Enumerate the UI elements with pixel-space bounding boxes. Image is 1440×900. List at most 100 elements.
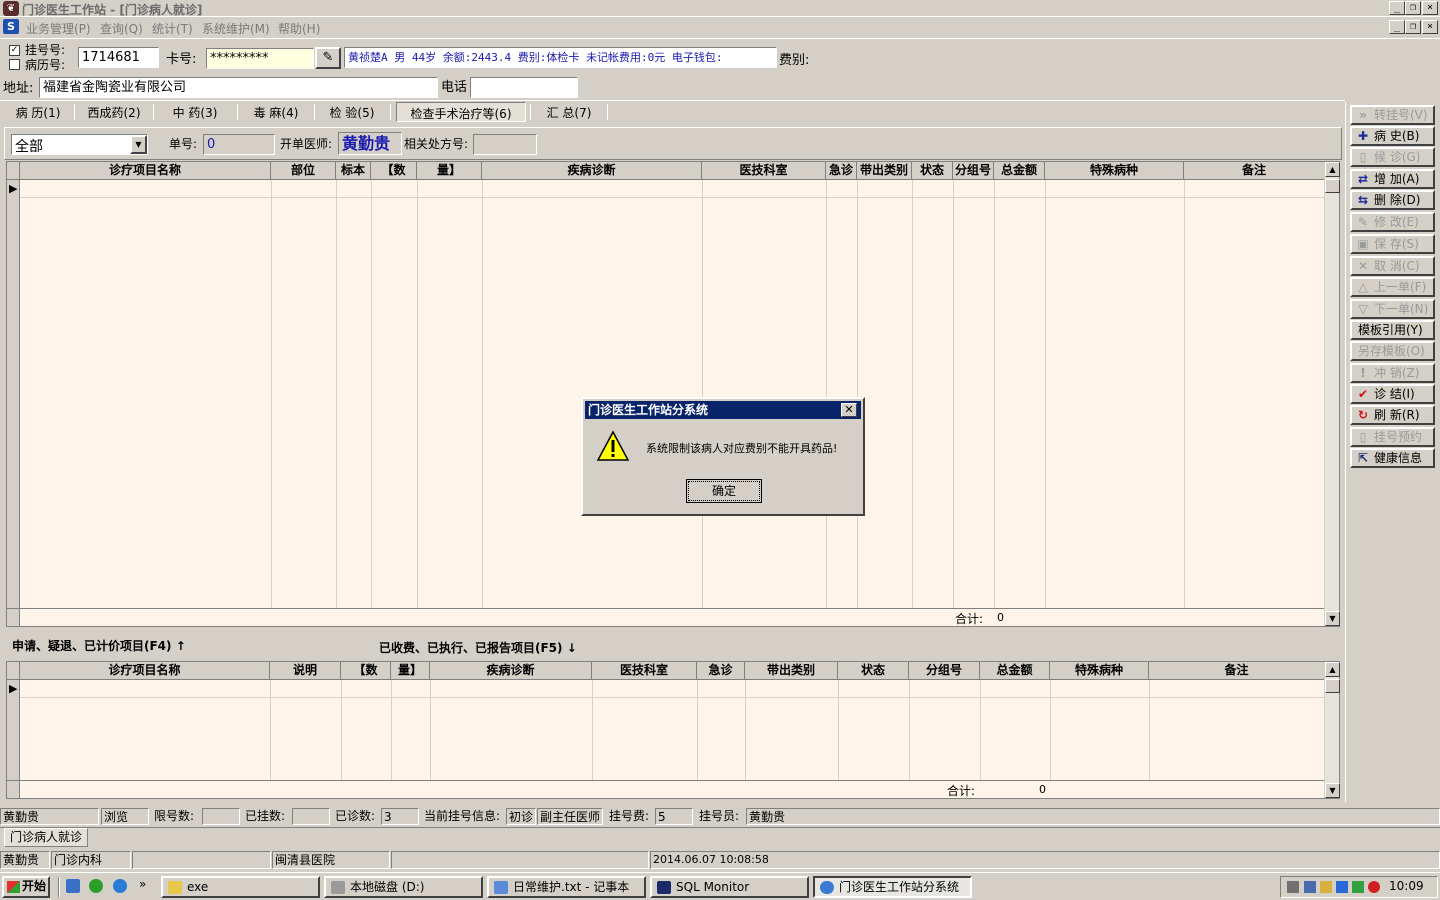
- tab-summary[interactable]: 汇 总(7): [534, 102, 604, 122]
- close-icon[interactable]: ×: [1422, 1, 1438, 15]
- mdi-minimize-icon[interactable]: _: [1389, 20, 1405, 34]
- action-button[interactable]: ↻ 刷 新(R): [1350, 405, 1435, 425]
- quicklaunch-ie-icon[interactable]: [66, 879, 80, 893]
- mdi-restore-icon[interactable]: ❐: [1405, 20, 1421, 34]
- upper-grid[interactable]: 诊疗项目名称 部位 标本 【数 量】 疾病诊断 医技科室 急诊 带出类别 状态 …: [6, 161, 1340, 627]
- address-input[interactable]: 福建省金陶瓷业有限公司: [39, 77, 438, 98]
- column-header[interactable]: 【数: [341, 662, 391, 679]
- related-prescription-input[interactable]: [473, 134, 537, 155]
- action-button[interactable]: ⇆ 删 除(D): [1350, 190, 1435, 210]
- card-read-button[interactable]: ✎: [315, 47, 341, 69]
- action-button[interactable]: △ 上一单(F): [1350, 277, 1435, 297]
- network-icon[interactable]: [1304, 881, 1316, 893]
- action-button[interactable]: ▽ 下一单(N): [1350, 299, 1435, 319]
- action-button[interactable]: ! 冲 销(Z): [1350, 363, 1435, 383]
- dialog-close-icon[interactable]: ✕: [841, 403, 857, 417]
- ok-button[interactable]: 确定: [686, 479, 762, 503]
- menu-stats[interactable]: 统计(T): [152, 20, 193, 37]
- column-header[interactable]: 分组号: [953, 162, 994, 179]
- menu-business[interactable]: 业务管理(P): [26, 20, 91, 37]
- column-header[interactable]: 疾病诊断: [430, 662, 592, 679]
- column-header[interactable]: 特殊病种: [1050, 662, 1149, 679]
- card-number-input[interactable]: *********: [206, 48, 314, 69]
- column-header[interactable]: 带出类别: [745, 662, 838, 679]
- tab-lab-tests[interactable]: 检 验(5): [318, 102, 386, 122]
- column-header[interactable]: 急诊: [697, 662, 745, 679]
- tab-narcotics[interactable]: 毒 麻(4): [241, 102, 311, 122]
- taskbar-item-disk[interactable]: 本地磁盘 (D:): [324, 876, 483, 898]
- action-button[interactable]: » 转挂号(V): [1350, 105, 1435, 125]
- tray-app-icon[interactable]: [1352, 881, 1364, 893]
- column-header[interactable]: 说明: [270, 662, 341, 679]
- dialog-title-bar[interactable]: 门诊医生工作站分系统 ✕: [585, 401, 861, 419]
- taskbar-item-workstation[interactable]: 门诊医生工作站分系统: [813, 876, 972, 898]
- taskbar-item-notepad[interactable]: 日常维护.txt - 记事本: [487, 876, 646, 898]
- restore-icon[interactable]: ❐: [1405, 1, 1421, 15]
- mdi-close-icon[interactable]: ×: [1422, 20, 1438, 34]
- column-header[interactable]: 特殊病种: [1045, 162, 1184, 179]
- column-header[interactable]: 带出类别: [857, 162, 912, 179]
- reg-number-input[interactable]: 1714681: [78, 47, 159, 68]
- action-button[interactable]: ✎ 修 改(E): [1350, 212, 1435, 232]
- document-tab[interactable]: 门诊病人就诊: [4, 828, 88, 847]
- start-button[interactable]: 开始: [2, 876, 50, 898]
- scroll-thumb[interactable]: [1325, 679, 1340, 693]
- doctor-input[interactable]: 黄勤贵: [338, 132, 402, 155]
- pending-items-label[interactable]: 申请、疑退、已计价项目(F4) ↑: [12, 637, 186, 654]
- document-icon[interactable]: S: [3, 19, 19, 34]
- action-button[interactable]: ⇄ 增 加(A): [1350, 169, 1435, 189]
- minimize-icon[interactable]: _: [1389, 1, 1405, 15]
- quicklaunch-browser-icon[interactable]: [113, 879, 127, 893]
- action-button[interactable]: ▣ 保 存(S): [1350, 234, 1435, 254]
- tab-exam-surgery[interactable]: 检查手术治疗等(6): [396, 102, 526, 122]
- stop-icon[interactable]: [1368, 881, 1380, 893]
- menu-query[interactable]: 查询(Q): [100, 20, 143, 37]
- column-header[interactable]: 量】: [391, 662, 430, 679]
- order-number-input[interactable]: 0: [203, 134, 275, 155]
- tab-chinese-medicine[interactable]: 中 药(3): [157, 102, 233, 122]
- taskbar-item-exe[interactable]: exe: [161, 876, 320, 898]
- action-button[interactable]: 另存模板(O): [1350, 341, 1435, 361]
- column-header[interactable]: 部位: [271, 162, 336, 179]
- action-button[interactable]: ⇱ 健康信息: [1350, 448, 1435, 468]
- menu-maintenance[interactable]: 系统维护(M): [202, 20, 270, 37]
- action-button[interactable]: ✔ 诊 结(I): [1350, 384, 1435, 404]
- column-header[interactable]: 急诊: [826, 162, 857, 179]
- action-button[interactable]: ▯ 挂号预约: [1350, 427, 1435, 447]
- column-header[interactable]: 量】: [417, 162, 482, 179]
- column-header[interactable]: 分组号: [909, 662, 980, 679]
- record-checkbox[interactable]: [9, 59, 20, 70]
- tray-app-icon[interactable]: [1320, 881, 1332, 893]
- scroll-up-icon[interactable]: ▲: [1325, 162, 1340, 177]
- lower-grid-scrollbar[interactable]: ▲ ▼: [1324, 662, 1340, 798]
- scroll-down-icon[interactable]: ▼: [1325, 783, 1340, 798]
- column-header[interactable]: 诊疗项目名称: [20, 662, 270, 679]
- taskbar-item-sql-monitor[interactable]: SQL Monitor: [650, 876, 809, 898]
- lower-grid[interactable]: 诊疗项目名称 说明 【数 量】 疾病诊断 医技科室 急诊 带出类别 状态 分组号…: [6, 661, 1340, 799]
- quicklaunch-messenger-icon[interactable]: [89, 879, 103, 893]
- action-button[interactable]: ✕ 取 消(C): [1350, 256, 1435, 276]
- column-header[interactable]: 备注: [1149, 662, 1324, 679]
- tab-western-medicine[interactable]: 西成药(2): [78, 102, 150, 122]
- reg-checkbox[interactable]: ✓: [9, 45, 20, 56]
- column-header[interactable]: 状态: [912, 162, 953, 179]
- column-header[interactable]: 总金额: [994, 162, 1045, 179]
- phone-input[interactable]: [470, 77, 578, 98]
- keyboard-icon[interactable]: [1287, 881, 1299, 893]
- tray-app-icon[interactable]: [1336, 881, 1348, 893]
- menu-help[interactable]: 帮助(H): [278, 20, 320, 37]
- chevron-down-icon[interactable]: ▼: [130, 135, 147, 154]
- column-header[interactable]: 备注: [1184, 162, 1324, 179]
- column-header[interactable]: 状态: [838, 662, 909, 679]
- category-select[interactable]: 全部 ▼: [11, 134, 148, 155]
- action-button[interactable]: ▯ 候 诊(G): [1350, 147, 1435, 167]
- scroll-thumb[interactable]: [1325, 179, 1340, 193]
- column-header[interactable]: 【数: [371, 162, 417, 179]
- quicklaunch-more-icon[interactable]: »: [139, 877, 146, 891]
- column-header[interactable]: 标本: [336, 162, 371, 179]
- column-header[interactable]: 疾病诊断: [482, 162, 702, 179]
- column-header[interactable]: 总金额: [980, 662, 1050, 679]
- app-icon[interactable]: ❦: [3, 1, 19, 16]
- upper-grid-scrollbar[interactable]: ▲ ▼: [1324, 162, 1340, 626]
- column-header[interactable]: 医技科室: [592, 662, 697, 679]
